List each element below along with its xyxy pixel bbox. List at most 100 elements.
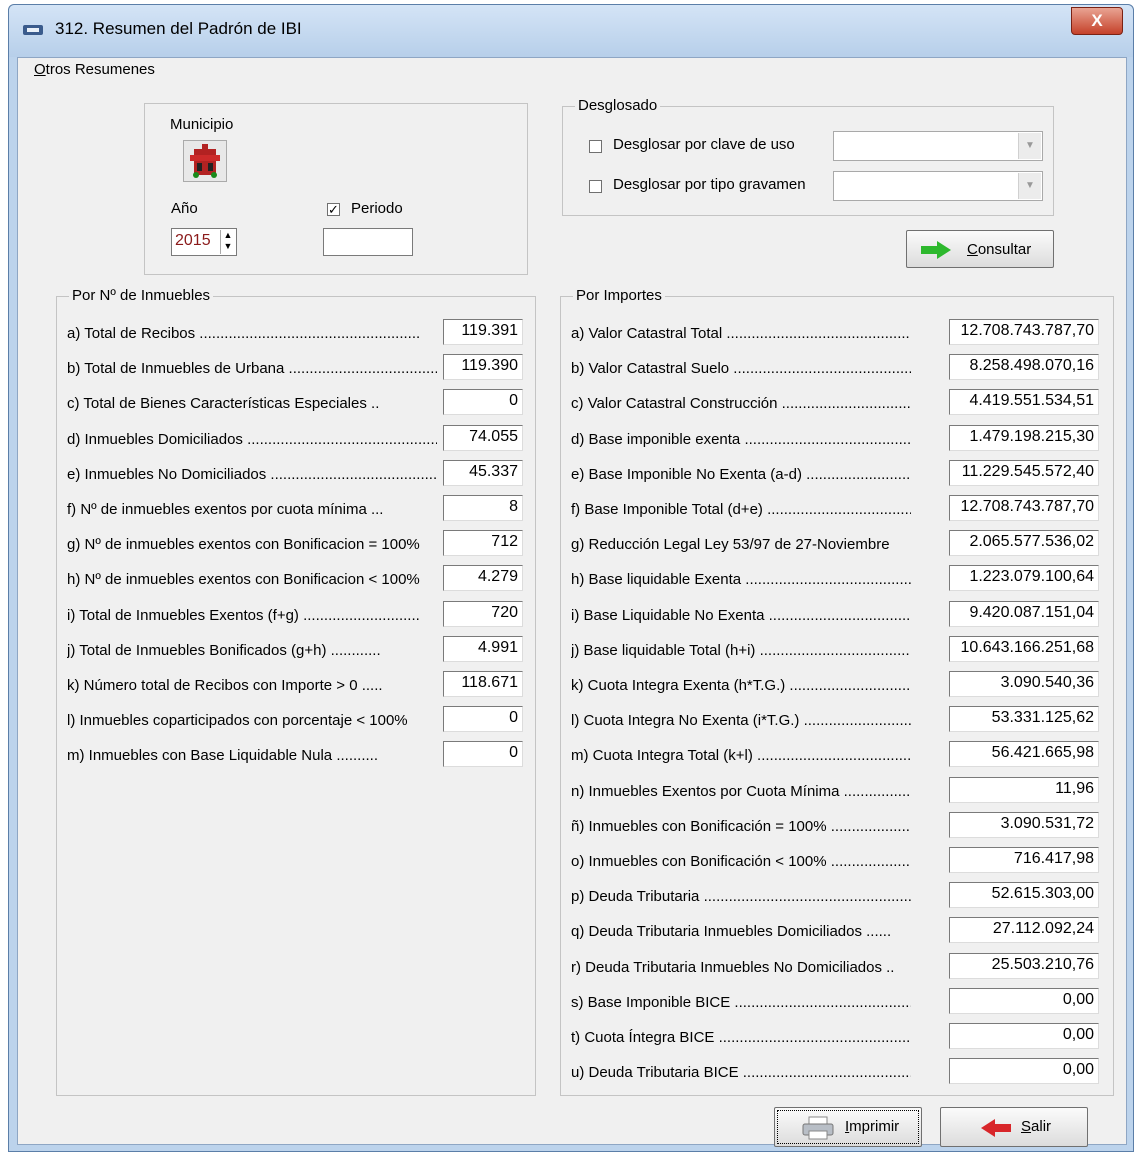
app-icon [23, 25, 43, 35]
importes-row-label: g) Reducción Legal Ley 53/97 de 27-Novie… [571, 536, 890, 554]
importes-row-value[interactable]: 11,96 [949, 776, 1099, 803]
importes-row-value[interactable]: 2.065.577.536,02 [949, 530, 1099, 557]
importes-row-label: i) Base Liquidable No Exenta ...........… [571, 606, 911, 624]
importes-row-value[interactable]: 53.331.125,62 [949, 706, 1099, 733]
importes-row-label: h) Base liquidable Exenta ..............… [571, 571, 911, 589]
importes-row-value[interactable]: 0,00 [949, 1058, 1099, 1085]
importes-row-value[interactable]: 4.419.551.534,51 [949, 389, 1099, 416]
inmuebles-row-value[interactable]: 8 [443, 495, 523, 521]
inmuebles-row-value[interactable]: 118.671 [443, 671, 523, 697]
inmuebles-row-value[interactable]: 720 [443, 600, 523, 627]
importes-row-label: n) Inmuebles Exentos por Cuota Mínima ..… [571, 782, 911, 800]
importes-row-value[interactable]: 52.615.303,00 [949, 882, 1099, 909]
tipo-gravamen-checkbox[interactable] [589, 180, 602, 193]
periodo-label: Periodo [351, 200, 403, 217]
inmuebles-row-label: c) Total de Bienes Características Espec… [67, 395, 380, 413]
inmuebles-row-value[interactable]: 0 [443, 389, 523, 416]
inmuebles-row-label: a) Total de Recibos ....................… [67, 325, 421, 342]
inmuebles-row-value[interactable]: 0 [443, 741, 523, 768]
inmuebles-row-value[interactable]: 4.991 [443, 635, 523, 662]
main-window: 312. Resumen del Padrón de IBI X Otros R… [8, 4, 1134, 1152]
title-bar[interactable]: 312. Resumen del Padrón de IBI X [9, 5, 1133, 57]
importes-row-label: t) Cuota Íntegra BICE ..................… [571, 1029, 911, 1046]
municipio-label: Municipio [170, 116, 234, 133]
importes-row-label: c) Valor Catastral Construcción ........… [571, 395, 911, 413]
consultar-button[interactable]: Consultar [906, 230, 1054, 268]
municipio-building-icon[interactable] [183, 140, 227, 182]
importes-row-label: r) Deuda Tributaria Inmuebles No Domicil… [571, 958, 895, 976]
importes-row-value[interactable]: 1.479.198.215,30 [949, 424, 1099, 451]
importes-group: Por Importes a) Valor Catastral Total ..… [560, 287, 1114, 1096]
inmuebles-row-value[interactable]: 712 [443, 530, 523, 557]
importes-row-value[interactable]: 12.708.743.787,70 [949, 319, 1099, 345]
importes-row-value[interactable]: 25.503.210,76 [949, 952, 1099, 979]
inmuebles-row-label: f) Nº de inmuebles exentos por cuota mín… [67, 501, 384, 518]
inmuebles-row-label: m) Inmuebles con Base Liquidable Nula ..… [67, 747, 378, 765]
importes-row-value[interactable]: 3.090.540,36 [949, 671, 1099, 697]
importes-row-value[interactable]: 27.112.092,24 [949, 917, 1099, 944]
inmuebles-row-value[interactable]: 4.279 [443, 565, 523, 592]
importes-row-value[interactable]: 11.229.545.572,40 [949, 459, 1099, 486]
menu-otros-resumenes[interactable]: Otros Resumenes [34, 61, 155, 78]
importes-row-label: f) Base Imponible Total (d+e) ..........… [571, 501, 911, 518]
importes-row-value[interactable]: 0,00 [949, 1023, 1099, 1049]
spinner-arrows-icon[interactable]: ▲ ▼ [220, 230, 235, 254]
desglosado-group: Desglosado Desglosar por clave de uso ▼ … [562, 97, 1054, 216]
inmuebles-row-value[interactable]: 74.055 [443, 424, 523, 451]
importes-row-label: o) Inmuebles con Bonificación < 100% ...… [571, 853, 911, 870]
importes-row-label: e) Base Imponible No Exenta (a-d) ......… [571, 465, 911, 483]
salir-button[interactable]: Salir [940, 1107, 1088, 1147]
importes-row-value[interactable]: 3.090.531,72 [949, 811, 1099, 838]
municipio-group: Municipio Año 2015 ▲ ▼ ✓ Periodo [144, 103, 528, 275]
importes-row-value[interactable]: 0,00 [949, 987, 1099, 1014]
importes-row-label: m) Cuota Integra Total (k+l) ...........… [571, 747, 911, 765]
clave-uso-checkbox[interactable] [589, 140, 602, 153]
inmuebles-row-label: g) Nº de inmuebles exentos con Bonificac… [67, 536, 420, 554]
client-area: Otros Resumenes Municipio Año 2015 ▲ ▼ ✓… [17, 57, 1127, 1147]
importes-row-value[interactable]: 1.223.079.100,64 [949, 565, 1099, 592]
window-title: 312. Resumen del Padrón de IBI [55, 19, 302, 38]
importes-row-label: l) Cuota Integra No Exenta (i*T.G.) ....… [571, 712, 911, 730]
inmuebles-row-value[interactable]: 119.391 [443, 319, 523, 345]
desglosado-legend: Desglosado [575, 97, 661, 114]
tipo-gravamen-label: Desglosar por tipo gravamen [613, 176, 806, 193]
inmuebles-row-value[interactable]: 45.337 [443, 459, 523, 486]
periodo-input[interactable] [323, 228, 413, 256]
inmuebles-legend: Por Nº de Inmuebles [69, 287, 214, 304]
arrow-right-icon [921, 241, 951, 259]
chevron-down-icon[interactable]: ▼ [1018, 173, 1041, 199]
importes-row-value[interactable]: 12.708.743.787,70 [949, 495, 1099, 521]
inmuebles-row-label: e) Inmuebles No Domiciliados ...........… [67, 465, 437, 483]
imprimir-button[interactable]: Imprimir [774, 1107, 922, 1147]
periodo-checkbox[interactable]: ✓ [327, 203, 340, 216]
inmuebles-row-value[interactable]: 119.390 [443, 354, 523, 381]
inmuebles-row-label: b) Total de Inmuebles de Urbana ........… [67, 360, 437, 378]
importes-legend: Por Importes [573, 287, 665, 304]
importes-row-label: s) Base Imponible BICE .................… [571, 993, 911, 1011]
inmuebles-group: Por Nº de Inmuebles a) Total de Recibos … [56, 287, 536, 1096]
importes-row-value[interactable]: 9.420.087.151,04 [949, 600, 1099, 627]
importes-row-value[interactable]: 56.421.665,98 [949, 741, 1099, 768]
importes-row-label: p) Deuda Tributaria ....................… [571, 888, 911, 906]
anio-spinner[interactable]: 2015 ▲ ▼ [171, 228, 237, 256]
close-button[interactable]: X [1071, 7, 1123, 35]
importes-row-label: q) Deuda Tributaria Inmuebles Domiciliad… [571, 923, 892, 941]
chevron-down-icon[interactable]: ▼ [1018, 133, 1041, 159]
importes-row-label: d) Base imponible exenta ...............… [571, 430, 911, 448]
inmuebles-row-label: j) Total de Inmuebles Bonificados (g+h) … [67, 641, 381, 659]
clave-uso-select[interactable]: ▼ [833, 131, 1043, 161]
importes-row-label: k) Cuota Integra Exenta (h*T.G.) .......… [571, 677, 911, 694]
importes-row-label: j) Base liquidable Total (h+i) .........… [571, 641, 911, 659]
inmuebles-row-label: d) Inmuebles Domiciliados ..............… [67, 430, 437, 448]
tipo-gravamen-select[interactable]: ▼ [833, 171, 1043, 201]
inmuebles-row-label: k) Número total de Recibos con Importe >… [67, 677, 383, 694]
menu-bar: Otros Resumenes [18, 58, 1126, 82]
inmuebles-row-label: l) Inmuebles coparticipados con porcenta… [67, 712, 408, 730]
clave-uso-label: Desglosar por clave de uso [613, 136, 795, 153]
importes-row-value[interactable]: 10.643.166.251,68 [949, 635, 1099, 662]
inmuebles-row-value[interactable]: 0 [443, 706, 523, 733]
importes-row-label: u) Deuda Tributaria BICE ...............… [571, 1064, 911, 1082]
importes-row-value[interactable]: 716.417,98 [949, 847, 1099, 873]
imprimir-label: Imprimir [845, 1118, 900, 1135]
importes-row-value[interactable]: 8.258.498.070,16 [949, 354, 1099, 381]
